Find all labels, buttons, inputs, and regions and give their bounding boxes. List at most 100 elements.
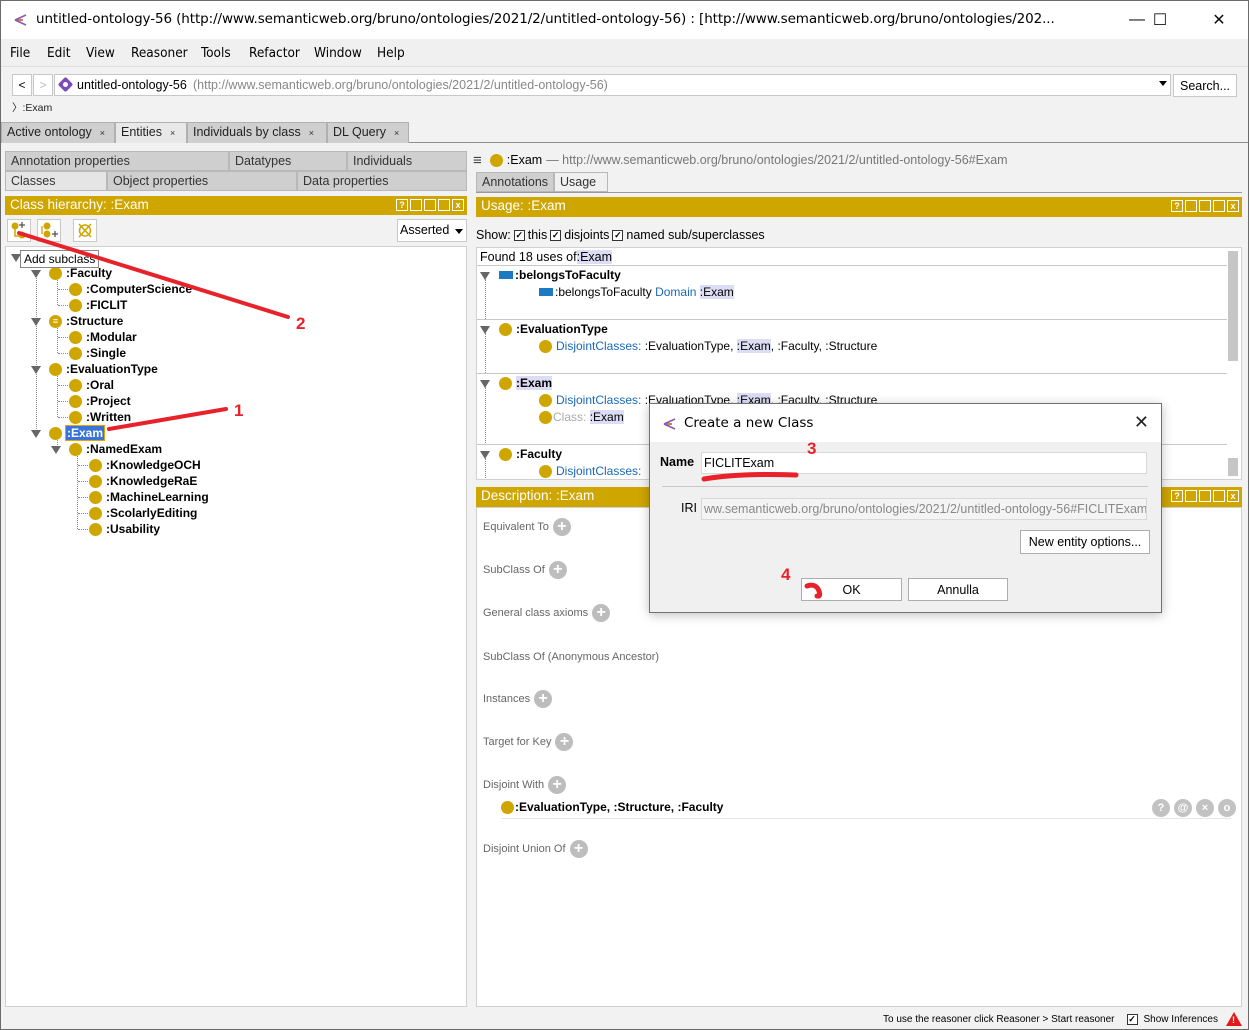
disjoint-with-value[interactable]: :EvaluationType, :Structure, :Faculty	[501, 800, 723, 814]
help-icon[interactable]: ?	[396, 199, 408, 211]
class-tree[interactable]: :Faculty :ComputerScience :FICLIT ≡:Stru…	[5, 246, 467, 1007]
tree-item-ficlit[interactable]: :FICLIT	[69, 297, 127, 313]
menu-help[interactable]: Help	[377, 45, 405, 61]
split-vertical-icon[interactable]	[410, 199, 422, 211]
add-disjoint-union-button[interactable]: +	[569, 840, 588, 858]
expand-toggle-icon[interactable]	[31, 318, 41, 326]
close-dialog-button[interactable]: ✕	[1134, 412, 1149, 433]
tree-item-single[interactable]: :Single	[69, 345, 126, 361]
breadcrumb[interactable]: 〉:Exam	[12, 100, 52, 115]
tree-item-structure[interactable]: ≡:Structure	[49, 313, 123, 329]
ontology-selector[interactable]: untitled-ontology-56 (http://www.semanti…	[54, 74, 1171, 96]
tree-item-namedexam[interactable]: :NamedExam	[69, 441, 162, 457]
explain-button[interactable]: ?	[1152, 799, 1170, 817]
tab-datatypes[interactable]: Datatypes	[229, 151, 347, 171]
expand-toggle-icon[interactable]	[51, 446, 61, 454]
tree-item-usability[interactable]: :Usability	[89, 521, 160, 537]
add-general-axiom-button[interactable]: +	[592, 604, 611, 622]
close-window-button[interactable]: ✕	[1196, 1, 1242, 39]
scrollbar-thumb[interactable]	[1228, 458, 1238, 476]
add-key-button[interactable]: +	[555, 733, 574, 751]
cancel-button[interactable]: Annulla	[908, 578, 1008, 601]
menu-file[interactable]: File	[10, 45, 30, 61]
hierarchy-mode-select[interactable]: Asserted	[397, 219, 467, 242]
tree-item-written[interactable]: :Written	[69, 409, 131, 425]
tree-item-knowledgeoch[interactable]: :KnowledgeOCH	[89, 457, 201, 473]
tab-entities[interactable]: Entities ×	[115, 122, 187, 143]
tab-classes[interactable]: Classes	[5, 171, 107, 191]
tree-item-exam[interactable]: :Exam	[49, 425, 106, 441]
maximize-view-icon[interactable]	[1213, 200, 1225, 212]
menu-view[interactable]: View	[86, 45, 115, 61]
usage-axiom[interactable]: DisjointClasses:	[539, 464, 641, 478]
iri-field[interactable]: ww.semanticweb.org/bruno/ontologies/2021…	[701, 498, 1147, 520]
add-instance-button[interactable]: +	[534, 690, 553, 708]
expand-toggle-icon[interactable]	[31, 366, 41, 374]
tree-item-modular[interactable]: :Modular	[69, 329, 137, 345]
close-tab-icon[interactable]: ×	[170, 128, 175, 138]
tree-item-knowledgerae[interactable]: :KnowledgeRaE	[89, 473, 197, 489]
menu-edit[interactable]: Edit	[47, 45, 71, 61]
usage-title[interactable]: :Exam	[499, 376, 553, 390]
delete-button[interactable]: ×	[1196, 799, 1214, 817]
close-tab-icon[interactable]: ×	[394, 128, 399, 138]
close-tab-icon[interactable]: ×	[309, 128, 314, 138]
expand-toggle-icon[interactable]	[31, 270, 41, 278]
tab-annotation-properties[interactable]: Annotation properties	[5, 151, 229, 171]
warning-icon[interactable]	[1226, 1012, 1242, 1026]
tab-data-properties[interactable]: Data properties	[297, 171, 467, 191]
class-name-input[interactable]: FICLITExam	[701, 452, 1147, 474]
tree-item-machinelearning[interactable]: :MachineLearning	[89, 489, 209, 505]
scrollbar-thumb[interactable]	[1228, 251, 1238, 361]
edit-button[interactable]: o	[1218, 799, 1236, 817]
back-button[interactable]: <	[12, 74, 32, 96]
split-vertical-icon[interactable]	[1185, 490, 1197, 502]
usage-title[interactable]: :belongsToFaculty	[499, 268, 621, 282]
annotate-button[interactable]: @	[1174, 799, 1192, 817]
usage-axiom[interactable]: Class: :Exam	[539, 410, 624, 424]
tab-object-properties[interactable]: Object properties	[107, 171, 297, 191]
disjoints-checkbox[interactable]: ✓	[550, 229, 562, 241]
help-icon[interactable]: ?	[1171, 200, 1183, 212]
this-checkbox[interactable]: ✓	[513, 229, 525, 241]
menu-tools[interactable]: Tools	[201, 45, 231, 61]
close-tab-icon[interactable]: ×	[100, 128, 105, 138]
usage-title[interactable]: :EvaluationType	[499, 322, 608, 336]
usage-axiom[interactable]: DisjointClasses: :EvaluationType, :Exam,…	[539, 339, 877, 353]
maximize-view-icon[interactable]	[438, 199, 450, 211]
new-entity-options-button[interactable]: New entity options...	[1020, 530, 1150, 554]
tab-individuals-by-class[interactable]: Individuals by class ×	[187, 122, 327, 143]
tab-dl-query[interactable]: DL Query ×	[327, 122, 409, 143]
usage-axiom[interactable]: :belongsToFaculty Domain :Exam	[539, 285, 734, 299]
search-button[interactable]: Search...	[1173, 74, 1237, 97]
add-subclass-of-button[interactable]: +	[548, 561, 567, 579]
tree-item-evaluationtype[interactable]: :EvaluationType	[49, 361, 158, 377]
split-horizontal-icon[interactable]	[424, 199, 436, 211]
hamburger-menu-icon[interactable]: ≡	[473, 152, 482, 169]
help-icon[interactable]: ?	[1171, 490, 1183, 502]
split-vertical-icon[interactable]	[1185, 200, 1197, 212]
tab-annotations[interactable]: Annotations	[476, 172, 554, 192]
tree-item-oral[interactable]: :Oral	[69, 377, 114, 393]
usage-title[interactable]: :Faculty	[499, 447, 562, 461]
forward-button[interactable]: >	[33, 74, 53, 96]
chevron-down-icon[interactable]	[1159, 81, 1167, 86]
maximize-button[interactable]: ☐	[1137, 1, 1183, 39]
split-horizontal-icon[interactable]	[1199, 200, 1211, 212]
close-view-icon[interactable]: x	[1227, 490, 1239, 502]
tree-item-scolarlyediting[interactable]: :ScolarlyEditing	[89, 505, 197, 521]
expand-toggle-icon[interactable]	[31, 430, 41, 438]
tab-usage[interactable]: Usage	[554, 172, 608, 192]
close-view-icon[interactable]: x	[1227, 200, 1239, 212]
menu-window[interactable]: Window	[314, 45, 362, 61]
delete-class-button[interactable]	[73, 219, 97, 242]
menu-reasoner[interactable]: Reasoner	[131, 45, 188, 61]
add-subclass-button[interactable]	[7, 219, 31, 242]
add-equivalent-to-button[interactable]: +	[552, 518, 571, 536]
add-disjoint-button[interactable]: +	[548, 776, 567, 794]
add-sibling-class-button[interactable]	[37, 219, 61, 242]
menu-refactor[interactable]: Refactor	[249, 45, 300, 61]
ok-button[interactable]: OK	[801, 578, 902, 601]
tab-individuals[interactable]: Individuals	[347, 151, 467, 171]
named-subsuperclasses-checkbox[interactable]: ✓	[612, 229, 624, 241]
